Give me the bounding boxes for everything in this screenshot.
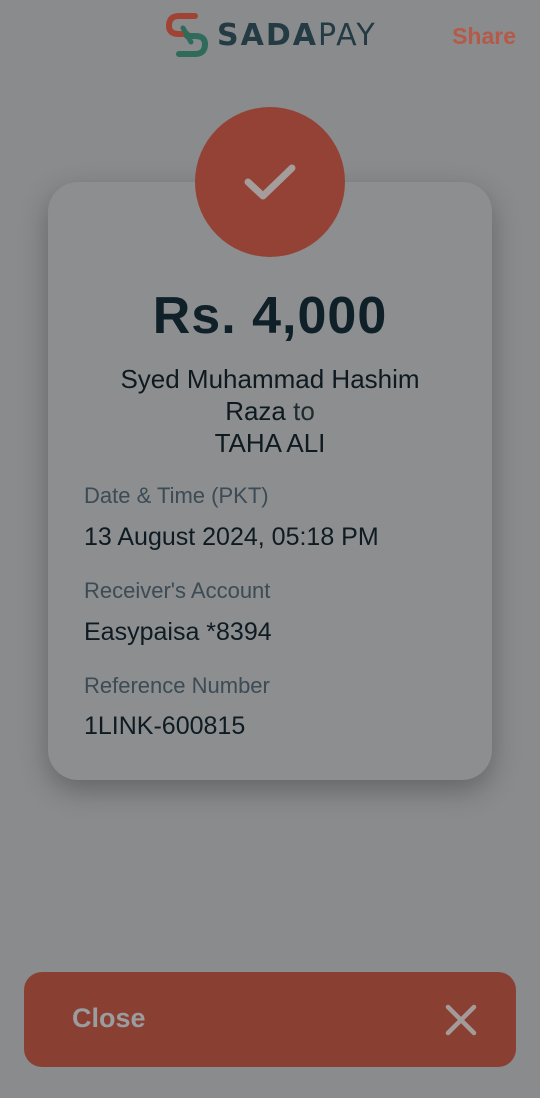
sender-name-line2: Raza bbox=[225, 396, 286, 426]
receiver-account-value: Easypaisa *8394 bbox=[84, 618, 272, 646]
reference-number-label: Reference Number bbox=[84, 673, 270, 698]
sender-name-line2-row: Raza to bbox=[48, 395, 492, 427]
reference-number-value: 1LINK-600815 bbox=[84, 712, 246, 740]
transfer-parties: Syed Muhammad Hashim Raza to TAHA ALI bbox=[48, 363, 492, 459]
sender-name-line1: Syed Muhammad Hashim bbox=[120, 364, 420, 394]
transfer-amount: Rs. 4,000 bbox=[152, 287, 388, 345]
brand-name: SADAPAY bbox=[217, 18, 377, 53]
receiver-name: TAHA ALI bbox=[214, 428, 326, 458]
success-badge bbox=[195, 107, 345, 257]
header: SADAPAY Share bbox=[0, 0, 540, 72]
sadapay-logo-icon bbox=[165, 13, 209, 57]
checkmark-icon bbox=[244, 164, 296, 200]
share-button[interactable]: Share bbox=[452, 23, 516, 50]
date-time-label: Date & Time (PKT) bbox=[84, 483, 269, 508]
date-time-value: 13 August 2024, 05:18 PM bbox=[84, 523, 379, 551]
sadapay-logo: SADAPAY bbox=[165, 10, 377, 60]
close-button-label: Close bbox=[72, 1003, 146, 1033]
close-button[interactable]: Close bbox=[24, 972, 516, 1067]
to-word: to bbox=[293, 396, 315, 426]
close-icon bbox=[445, 1004, 477, 1036]
brand-name-light: PAY bbox=[317, 17, 377, 53]
brand-name-bold: SADA bbox=[217, 17, 318, 53]
receiver-account-label: Receiver's Account bbox=[84, 578, 271, 603]
